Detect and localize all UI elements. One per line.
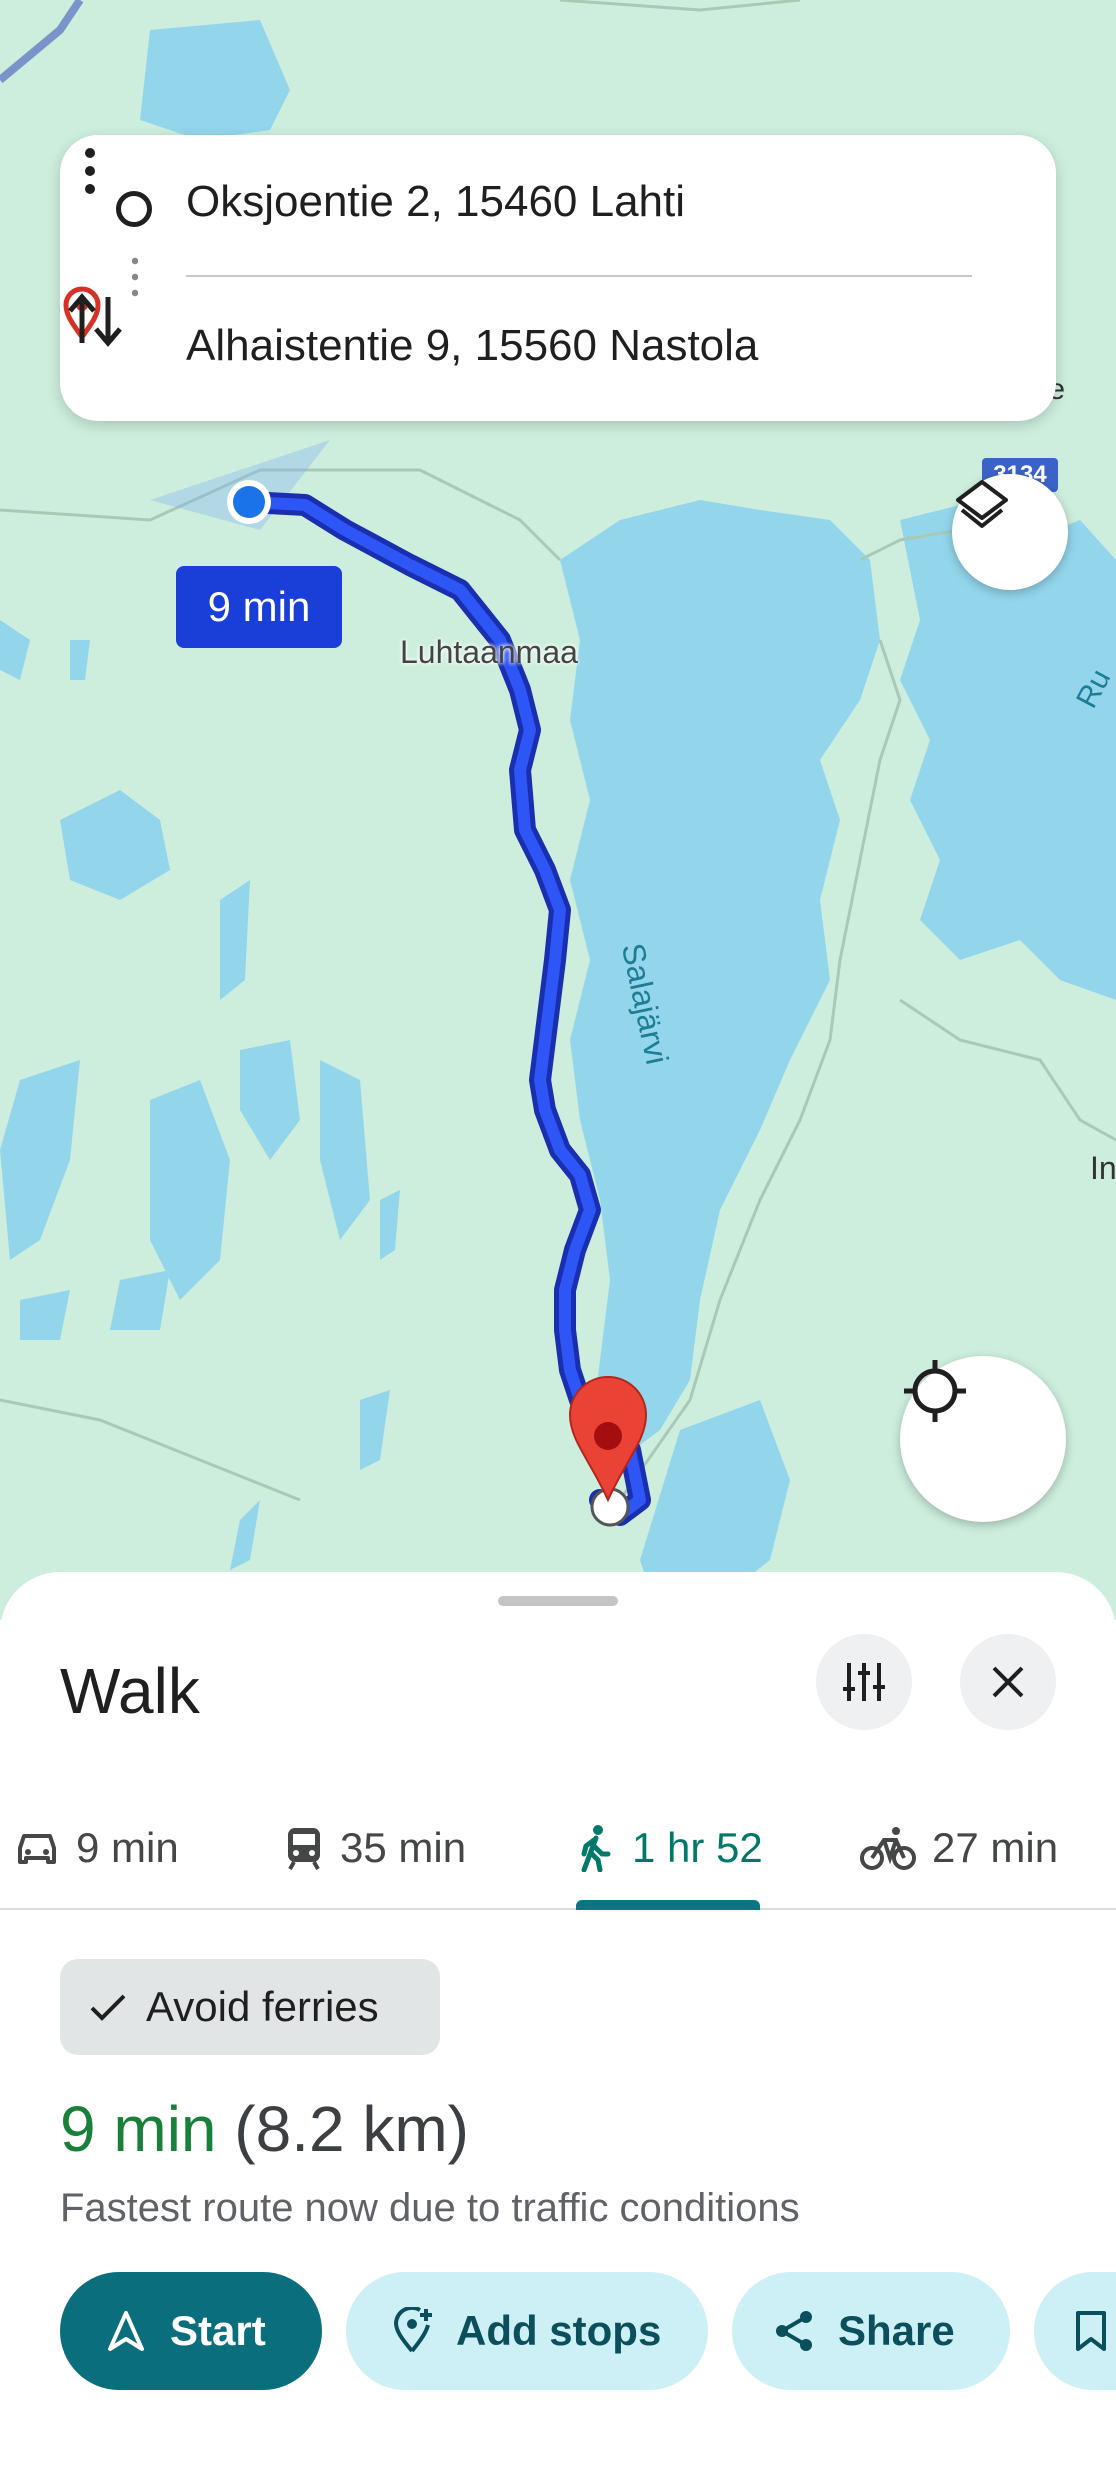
destination-field[interactable]: Alhaistentie 9, 15560 Nastola	[186, 321, 758, 371]
route-note: Fastest route now due to traffic conditi…	[60, 2186, 800, 2230]
walk-icon	[581, 1825, 611, 1872]
bookmark-icon	[1076, 2311, 1106, 2351]
close-icon	[992, 1666, 1024, 1698]
tab-bike-label: 27 min	[932, 1824, 1059, 1871]
swap-vert-icon[interactable]	[60, 285, 130, 355]
tab-bike[interactable]: 27 min	[860, 1788, 1058, 1908]
check-icon	[90, 1994, 126, 2021]
tab-walk-label: 1 hr 52	[632, 1824, 763, 1871]
origin-circle-icon	[116, 191, 152, 227]
avoid-ferries-label: Avoid ferries	[146, 1983, 379, 2030]
avoid-ferries-chip[interactable]: Avoid ferries	[60, 1959, 440, 2055]
bike-icon	[860, 1827, 916, 1870]
start-label: Start	[170, 2307, 266, 2354]
layers-icon	[956, 480, 1008, 528]
map-label-luhtaanmaa: Luhtaanmaa	[400, 634, 578, 670]
directions-sheet: Walk 9 min 35 min 1 hr 52 27 min Avoid f…	[0, 1572, 1116, 2484]
map-view[interactable]: Luhtaanmaa Salajärvi Ru In te 3134 9 min…	[0, 0, 1116, 1620]
sheet-title: Walk	[60, 1655, 200, 1727]
route-summary: 9 min (8.2 km)	[60, 2092, 469, 2166]
navigation-icon	[108, 2311, 144, 2351]
close-button[interactable]	[960, 1634, 1056, 1730]
add-location-icon	[393, 2307, 432, 2353]
drag-handle[interactable]	[498, 1596, 618, 1606]
share-button[interactable]: Share	[732, 2272, 1010, 2390]
route-time-bubble[interactable]: 9 min	[176, 566, 342, 648]
share-icon	[776, 2311, 812, 2351]
route-options-button[interactable]	[816, 1634, 912, 1730]
tab-transit-label: 35 min	[340, 1824, 467, 1871]
tab-walk[interactable]: 1 hr 52	[576, 1788, 763, 1908]
share-label: Share	[838, 2307, 955, 2354]
travel-mode-tabs: 9 min 35 min 1 hr 52 27 min	[0, 1788, 1116, 1910]
add-stops-label: Add stops	[456, 2307, 662, 2354]
add-stops-button[interactable]: Add stops	[346, 2272, 708, 2390]
save-button[interactable]	[1034, 2272, 1116, 2390]
maps-app: Luhtaanmaa Salajärvi Ru In te 3134 9 min…	[0, 0, 1116, 2484]
more-vert-icon[interactable]	[60, 141, 120, 201]
start-button[interactable]: Start	[60, 2272, 322, 2390]
route-divider	[186, 275, 972, 277]
car-icon	[18, 1834, 56, 1864]
layers-button[interactable]	[952, 474, 1068, 590]
route-card: Oksjoentie 2, 15460 Lahti Alhaistentie 9…	[60, 135, 1056, 421]
my-location-button[interactable]	[900, 1356, 1066, 1522]
origin-row[interactable]: Oksjoentie 2, 15460 Lahti	[60, 141, 1056, 261]
origin-field[interactable]: Oksjoentie 2, 15460 Lahti	[186, 177, 685, 227]
route-distance: (8.2 km)	[234, 2093, 469, 2165]
tab-drive-label: 9 min	[76, 1824, 179, 1871]
train-icon	[288, 1828, 320, 1870]
destination-row[interactable]: Alhaistentie 9, 15560 Nastola	[60, 285, 1056, 405]
selected-tab-indicator	[576, 1900, 760, 1910]
tab-transit[interactable]: 35 min	[284, 1788, 466, 1908]
map-label-partial: In	[1090, 1150, 1116, 1186]
my-location-icon	[904, 1360, 966, 1422]
tune-icon	[843, 1663, 885, 1701]
tab-drive[interactable]: 9 min	[14, 1788, 179, 1908]
route-duration: 9 min	[60, 2093, 217, 2165]
